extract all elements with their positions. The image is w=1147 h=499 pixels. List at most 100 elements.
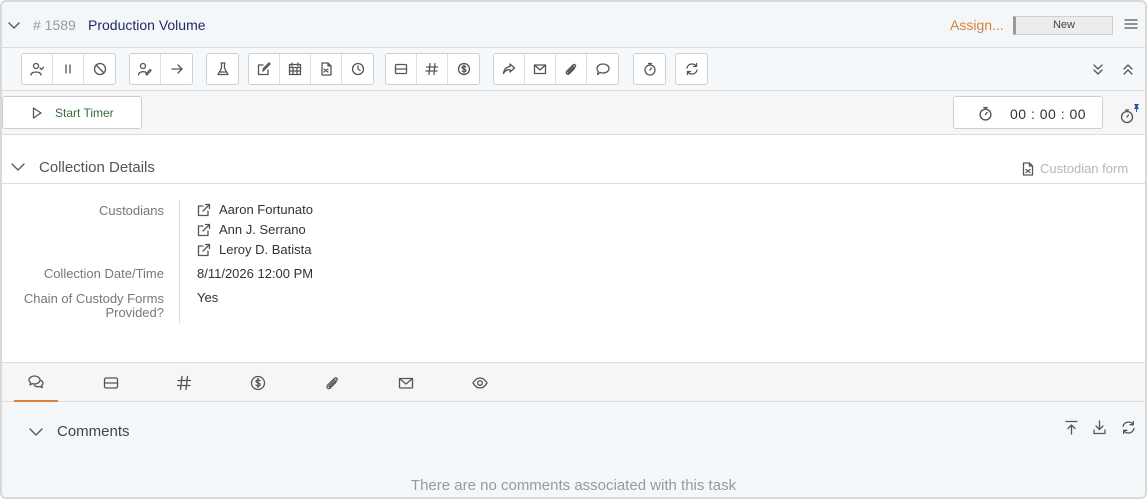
status-badge[interactable]: New bbox=[1013, 16, 1113, 35]
tab-fields[interactable] bbox=[163, 363, 205, 402]
share-button[interactable] bbox=[494, 54, 525, 84]
lab-button[interactable] bbox=[207, 54, 238, 84]
hash-icon bbox=[176, 375, 192, 390]
task-header: # 1589 Production Volume Assign... New bbox=[2, 2, 1145, 48]
pinned-timer-icon[interactable] bbox=[1118, 102, 1140, 126]
upload-icon[interactable] bbox=[1064, 420, 1079, 435]
custodian-link[interactable]: Aaron Fortunato bbox=[197, 202, 313, 217]
document-icon bbox=[1022, 161, 1034, 176]
toolbar-group-edit bbox=[248, 53, 374, 85]
timer-display: 00 : 00 : 00 bbox=[953, 96, 1103, 129]
toolbar-group-reassign bbox=[129, 53, 193, 85]
custodian-link[interactable]: Ann J. Serrano bbox=[197, 222, 306, 237]
comments-title: Comments bbox=[57, 423, 130, 440]
tab-billing[interactable] bbox=[237, 363, 279, 402]
toolbar-group-lab bbox=[206, 53, 239, 85]
attach-button[interactable] bbox=[556, 54, 587, 84]
external-link-icon bbox=[197, 223, 211, 236]
chain-of-custody-value: Yes bbox=[197, 290, 219, 305]
card-icon bbox=[103, 376, 119, 389]
chevron-down-icon[interactable] bbox=[29, 426, 43, 438]
detail-tabs bbox=[2, 362, 1145, 402]
clock-icon bbox=[351, 62, 364, 76]
comments-icon bbox=[28, 374, 44, 388]
mail-icon bbox=[533, 64, 547, 75]
toolbar-group-fields bbox=[385, 53, 480, 85]
custodian-link[interactable]: Leroy D. Batista bbox=[197, 242, 312, 257]
custodian-form-label: Custodian form bbox=[1040, 161, 1129, 176]
tab-attachments[interactable] bbox=[311, 363, 353, 402]
stopwatch-button[interactable] bbox=[634, 54, 665, 84]
edit-user-icon bbox=[138, 62, 152, 76]
expand-all-icon[interactable] bbox=[1091, 62, 1105, 76]
menu-icon[interactable] bbox=[1124, 17, 1138, 31]
custodians-label: Custodians bbox=[98, 203, 164, 218]
document-button[interactable] bbox=[311, 54, 342, 84]
chevron-down-icon[interactable] bbox=[11, 161, 25, 173]
card-button[interactable] bbox=[386, 54, 417, 84]
task-title: Production Volume bbox=[88, 17, 206, 33]
billing-button[interactable] bbox=[448, 54, 479, 84]
cancel-button[interactable] bbox=[84, 54, 115, 84]
custodian-name: Ann J. Serrano bbox=[219, 222, 306, 237]
chevron-down-icon[interactable] bbox=[8, 19, 20, 31]
task-id: # 1589 bbox=[33, 17, 76, 33]
external-link-icon bbox=[197, 243, 211, 256]
mail-icon bbox=[398, 377, 414, 389]
arrow-right-icon bbox=[170, 64, 183, 74]
timer-value: 00 : 00 : 00 bbox=[1010, 106, 1087, 122]
tab-details[interactable] bbox=[90, 363, 132, 402]
tab-emails[interactable] bbox=[385, 363, 427, 402]
calendar-button[interactable] bbox=[280, 54, 311, 84]
start-timer-label: Start Timer bbox=[55, 105, 114, 120]
toolbar-group-refresh bbox=[675, 53, 708, 85]
hash-icon bbox=[425, 62, 439, 76]
custodian-form-link[interactable]: Custodian form bbox=[1022, 161, 1128, 176]
toolbar-group-communicate bbox=[493, 53, 619, 85]
stopwatch-icon bbox=[643, 62, 656, 76]
section-title: Collection Details bbox=[39, 159, 155, 176]
assign-user-button[interactable] bbox=[22, 54, 53, 84]
assign-user-icon bbox=[30, 62, 44, 76]
collapse-all-icon[interactable] bbox=[1121, 62, 1135, 76]
pause-icon bbox=[65, 64, 71, 74]
edit-button[interactable] bbox=[249, 54, 280, 84]
tab-comments[interactable] bbox=[14, 363, 58, 402]
hash-button[interactable] bbox=[417, 54, 448, 84]
timer-bar: Start Timer 00 : 00 : 00 bbox=[2, 91, 1145, 135]
dollar-icon bbox=[250, 375, 266, 390]
flask-icon bbox=[216, 62, 229, 76]
share-icon bbox=[502, 63, 516, 75]
assign-link[interactable]: Assign... bbox=[950, 17, 1004, 33]
toolbar-group-timer bbox=[633, 53, 666, 85]
play-icon bbox=[32, 107, 42, 119]
stopwatch-icon bbox=[979, 106, 992, 121]
start-timer-button[interactable]: Start Timer bbox=[2, 96, 142, 129]
custodian-name: Aaron Fortunato bbox=[219, 202, 313, 217]
email-button[interactable] bbox=[525, 54, 556, 84]
refresh-icon[interactable] bbox=[1121, 420, 1136, 435]
cancel-icon bbox=[93, 62, 106, 76]
refresh-button[interactable] bbox=[676, 54, 707, 84]
download-icon[interactable] bbox=[1092, 420, 1107, 435]
eye-icon bbox=[472, 376, 488, 389]
forward-button[interactable] bbox=[161, 54, 192, 84]
chain-of-custody-label-line1: Chain of Custody Forms bbox=[23, 291, 164, 306]
collection-date-value: 8/11/2026 12:00 PM bbox=[197, 266, 314, 281]
field-divider bbox=[179, 200, 180, 324]
card-icon bbox=[394, 63, 408, 75]
collection-details-header: Collection Details Custodian form bbox=[2, 150, 1145, 184]
tab-watchers[interactable] bbox=[459, 363, 501, 402]
collection-date-label: Collection Date/Time bbox=[43, 266, 164, 281]
history-button[interactable] bbox=[342, 54, 373, 84]
action-toolbar bbox=[2, 48, 1145, 91]
toolbar-group-status bbox=[21, 53, 116, 85]
empty-comments-message: There are no comments associated with th… bbox=[410, 477, 737, 494]
comment-button[interactable] bbox=[587, 54, 618, 84]
comment-icon bbox=[595, 63, 610, 76]
chain-of-custody-label-line2: Provided? bbox=[105, 305, 164, 320]
pause-button[interactable] bbox=[53, 54, 84, 84]
edit-user-button[interactable] bbox=[130, 54, 161, 84]
paperclip-icon bbox=[326, 376, 338, 389]
refresh-icon bbox=[685, 62, 698, 76]
